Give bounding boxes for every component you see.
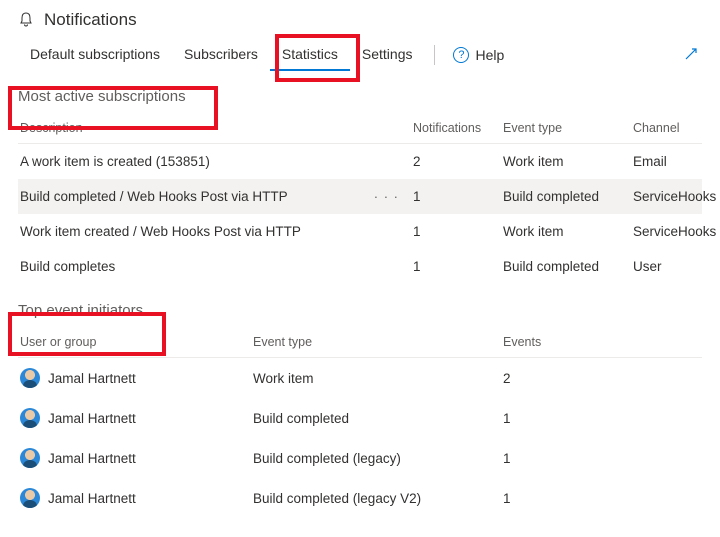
table-row[interactable]: Jamal Hartnett Build completed1: [18, 398, 702, 438]
tab-statistics[interactable]: Statistics: [270, 40, 350, 70]
help-label: Help: [475, 47, 504, 63]
page-header: Notifications: [0, 0, 720, 34]
row-channel: ServiceHooks: [633, 189, 716, 204]
table-row[interactable]: Jamal Hartnett Work item2: [18, 358, 702, 398]
col-events[interactable]: Events: [503, 335, 702, 349]
row-channel: User: [633, 259, 702, 274]
tab-settings[interactable]: Settings: [350, 40, 425, 70]
avatar: [20, 408, 40, 428]
divider: [434, 45, 435, 65]
avatar: [20, 488, 40, 508]
table-row[interactable]: Jamal Hartnett Build completed (legacy)1: [18, 438, 702, 478]
row-events: 2: [503, 371, 702, 386]
row-description: A work item is created (153851): [20, 154, 210, 169]
table-row[interactable]: Build completed / Web Hooks Post via HTT…: [18, 179, 702, 214]
subscriptions-table-header: Description Notifications Event type Cha…: [18, 113, 702, 144]
row-user: Jamal Hartnett: [48, 371, 136, 386]
row-event-type: Work item: [503, 154, 633, 169]
expand-icon[interactable]: [680, 43, 702, 68]
col-notifications[interactable]: Notifications: [413, 121, 503, 135]
row-events: 1: [503, 411, 702, 426]
row-channel: ServiceHooks: [633, 224, 716, 239]
row-event-type: Work item: [503, 224, 633, 239]
help-link[interactable]: ? Help: [445, 41, 512, 69]
table-row[interactable]: A work item is created (153851) 2Work ite…: [18, 144, 702, 179]
tab-subscribers[interactable]: Subscribers: [172, 40, 270, 70]
initiators-table-header: User or group Event type Events: [18, 327, 702, 358]
row-description: Build completes: [20, 259, 115, 274]
section-heading-subscriptions: Most active subscriptions: [18, 70, 702, 113]
avatar: [20, 368, 40, 388]
row-event-type: Build completed (legacy): [253, 451, 503, 466]
row-notifications: 1: [413, 224, 503, 239]
row-event-type: Work item: [253, 371, 503, 386]
tab-default-subscriptions[interactable]: Default subscriptions: [18, 40, 172, 70]
row-user: Jamal Hartnett: [48, 491, 136, 506]
row-events: 1: [503, 451, 702, 466]
table-row[interactable]: Build completes 1Build completedUser: [18, 249, 702, 284]
row-events: 1: [503, 491, 702, 506]
table-row[interactable]: Work item created / Web Hooks Post via H…: [18, 214, 702, 249]
row-description: Build completed / Web Hooks Post via HTT…: [20, 189, 288, 204]
table-row[interactable]: Jamal Hartnett Build completed (legacy V2…: [18, 478, 702, 518]
row-channel: Email: [633, 154, 702, 169]
col-description[interactable]: Description: [18, 121, 413, 135]
section-heading-initiators: Top event initiators: [18, 284, 702, 327]
help-icon: ?: [453, 47, 469, 63]
row-event-type: Build completed: [503, 259, 633, 274]
row-event-type: Build completed: [253, 411, 503, 426]
row-user: Jamal Hartnett: [48, 451, 136, 466]
col-channel[interactable]: Channel: [633, 121, 702, 135]
row-event-type: Build completed: [503, 189, 633, 204]
tabs: Default subscriptions Subscribers Statis…: [0, 34, 720, 70]
col-event-type[interactable]: Event type: [503, 121, 633, 135]
page-title: Notifications: [44, 10, 137, 30]
more-icon[interactable]: · · ·: [374, 189, 399, 204]
row-notifications: 1: [413, 259, 503, 274]
row-user: Jamal Hartnett: [48, 411, 136, 426]
bell-icon: [18, 11, 34, 30]
row-description: Work item created / Web Hooks Post via H…: [20, 224, 301, 239]
row-event-type: Build completed (legacy V2): [253, 491, 503, 506]
row-notifications: 1: [413, 189, 503, 204]
col-user[interactable]: User or group: [18, 335, 253, 349]
row-notifications: 2: [413, 154, 503, 169]
avatar: [20, 448, 40, 468]
col-event-type[interactable]: Event type: [253, 335, 503, 349]
